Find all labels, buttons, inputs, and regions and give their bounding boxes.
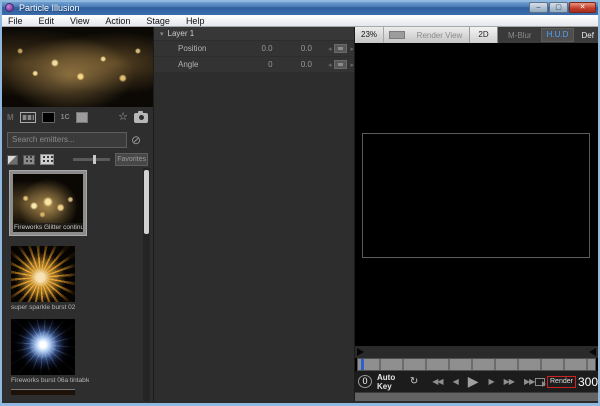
menu-view[interactable]: View	[62, 15, 97, 27]
clear-search-icon[interactable]: ⊘	[131, 133, 141, 147]
menu-bar: File Edit View Action Stage Help	[0, 15, 600, 27]
title-bar: Particle Illusion – ▢ ✕	[0, 0, 600, 15]
property-label: Position	[178, 44, 243, 53]
layer-name: Layer 1	[168, 29, 195, 38]
angle-value[interactable]: 0	[243, 60, 273, 69]
favorite-star-icon[interactable]: ☆	[118, 112, 128, 123]
viewport-panel: 23% Render View 2D M-Blur H.U.D Def 0 Au…	[355, 27, 598, 401]
camera-icon[interactable]	[134, 113, 148, 123]
emitter-thumbnail[interactable]	[11, 246, 75, 302]
layers-panel: ▾ Layer 1 Position 0.0 0.0 ◂ ▸ Angle 0 0…	[153, 27, 355, 401]
minimize-button[interactable]: –	[529, 2, 548, 13]
list-item[interactable]: super sparkle burst 02	[11, 246, 153, 312]
emitter-library-panel: M 1C ☆ ⊘ Favorites Fireworks Gl	[2, 27, 153, 401]
angle-value-2[interactable]: 0.0	[273, 60, 312, 69]
emitter-thumbnail[interactable]	[11, 319, 75, 375]
position-x-value[interactable]: 0.0	[243, 44, 273, 53]
list-item[interactable]: Fireworks Glitter continuous 03a	[9, 170, 87, 236]
motion-toggle[interactable]: M	[7, 113, 14, 122]
next-keyframe-icon[interactable]: ▸	[350, 45, 354, 53]
menu-stage[interactable]: Stage	[138, 15, 178, 27]
playback-range-row	[355, 346, 598, 358]
mode-2d-button[interactable]: 2D	[470, 27, 498, 43]
transport-bar: 0 Auto Key ↻ ◀◀ ◀ ▶ ▶ ▶▶ ▶▶| Render 300	[355, 371, 598, 392]
property-row-position: Position 0.0 0.0 ◂ ▸	[154, 41, 354, 56]
viewport-status-strip	[355, 392, 598, 401]
emitter-name: super sparkle burst 02	[11, 303, 89, 312]
prev-keyframe-icon[interactable]: ◂	[328, 61, 332, 69]
menu-help[interactable]: Help	[178, 15, 213, 27]
stage-bounds-rect	[362, 133, 590, 258]
close-button[interactable]: ✕	[569, 2, 596, 13]
viewport-toolbar: 23% Render View 2D M-Blur H.U.D Def	[355, 27, 598, 43]
favorites-button[interactable]: Favorites	[115, 153, 148, 166]
tint-color-swatch[interactable]	[76, 112, 88, 123]
emitter-name: Fireworks Glitter continuous 03a	[13, 223, 83, 232]
app-logo-icon	[5, 3, 14, 12]
filmstrip-icon[interactable]	[20, 112, 36, 123]
library-toolbar: M 1C ☆	[2, 107, 153, 128]
default-view-button[interactable]: Def	[578, 31, 594, 40]
view-options-row: Favorites	[2, 151, 153, 168]
menu-edit[interactable]: Edit	[31, 15, 63, 27]
large-grid-view-icon[interactable]	[40, 154, 54, 165]
keyframe-icon[interactable]	[334, 44, 347, 53]
small-grid-view-icon[interactable]	[23, 155, 34, 165]
go-start-button[interactable]: ◀◀	[432, 377, 442, 386]
playhead[interactable]	[361, 359, 364, 370]
go-end-button[interactable]: ▶▶|	[524, 377, 535, 386]
current-frame-field[interactable]: 0	[358, 375, 372, 388]
render-icon	[535, 378, 545, 386]
emitter-preview	[2, 27, 153, 107]
layer-header[interactable]: ▾ Layer 1	[154, 27, 354, 40]
app-window: Particle Illusion – ▢ ✕ File Edit View A…	[0, 0, 600, 406]
emitter-thumbnail[interactable]: Fireworks Glitter continuous 03a	[13, 174, 83, 232]
thumbnail-size-slider[interactable]	[73, 158, 110, 161]
motion-blur-button[interactable]: M-Blur	[502, 31, 538, 40]
step-back-button[interactable]: ◀	[453, 377, 458, 386]
zoom-level-dropdown[interactable]: 23%	[355, 27, 384, 43]
property-row-angle: Angle 0 0.0 ◂ ▸	[154, 57, 354, 72]
stage-color-swatch[interactable]	[389, 31, 405, 39]
maximize-button[interactable]: ▢	[549, 2, 568, 13]
play-button[interactable]: ▶	[468, 373, 479, 390]
list-view-icon[interactable]	[7, 155, 18, 165]
fast-forward-button[interactable]: ▶▶	[504, 377, 514, 386]
loop-icon[interactable]: ↻	[410, 376, 418, 387]
menu-action[interactable]: Action	[97, 15, 138, 27]
search-input[interactable]	[7, 132, 127, 148]
collapse-icon[interactable]: ▾	[160, 30, 164, 38]
position-y-value[interactable]: 0.0	[273, 44, 312, 53]
property-label: Angle	[178, 60, 243, 69]
menu-file[interactable]: File	[0, 15, 31, 27]
search-row: ⊘	[2, 128, 153, 151]
step-forward-button[interactable]: ▶	[489, 377, 494, 386]
keyframe-icon[interactable]	[334, 60, 347, 69]
emitter-list-scrollbar[interactable]	[143, 168, 150, 401]
render-view-dropdown[interactable]: Render View	[410, 31, 469, 40]
render-button[interactable]: Render	[547, 376, 576, 388]
auto-key-toggle[interactable]: Auto Key	[377, 373, 407, 391]
color-mode-toggle[interactable]: 1C	[61, 114, 70, 121]
timeline-scrubber[interactable]	[357, 358, 596, 371]
emitter-name: Fireworks burst 06a tintable	[11, 376, 89, 385]
slider-handle[interactable]	[93, 155, 96, 164]
stage-viewport[interactable]	[355, 43, 598, 346]
end-frame-field[interactable]: 300	[578, 375, 598, 389]
partial-list-item[interactable]	[11, 389, 75, 395]
range-start-marker[interactable]	[357, 348, 364, 356]
range-end-marker[interactable]	[589, 348, 596, 356]
background-color-swatch[interactable]	[42, 112, 55, 123]
next-keyframe-icon[interactable]: ▸	[350, 61, 354, 69]
emitter-list[interactable]: Fireworks Glitter continuous 03a super s…	[2, 168, 153, 401]
list-item[interactable]: Fireworks burst 06a tintable	[11, 319, 153, 385]
prev-keyframe-icon[interactable]: ◂	[328, 45, 332, 53]
scrollbar-thumb[interactable]	[144, 170, 149, 234]
hud-button[interactable]: H.U.D	[541, 28, 575, 42]
window-title: Particle Illusion	[19, 3, 80, 13]
